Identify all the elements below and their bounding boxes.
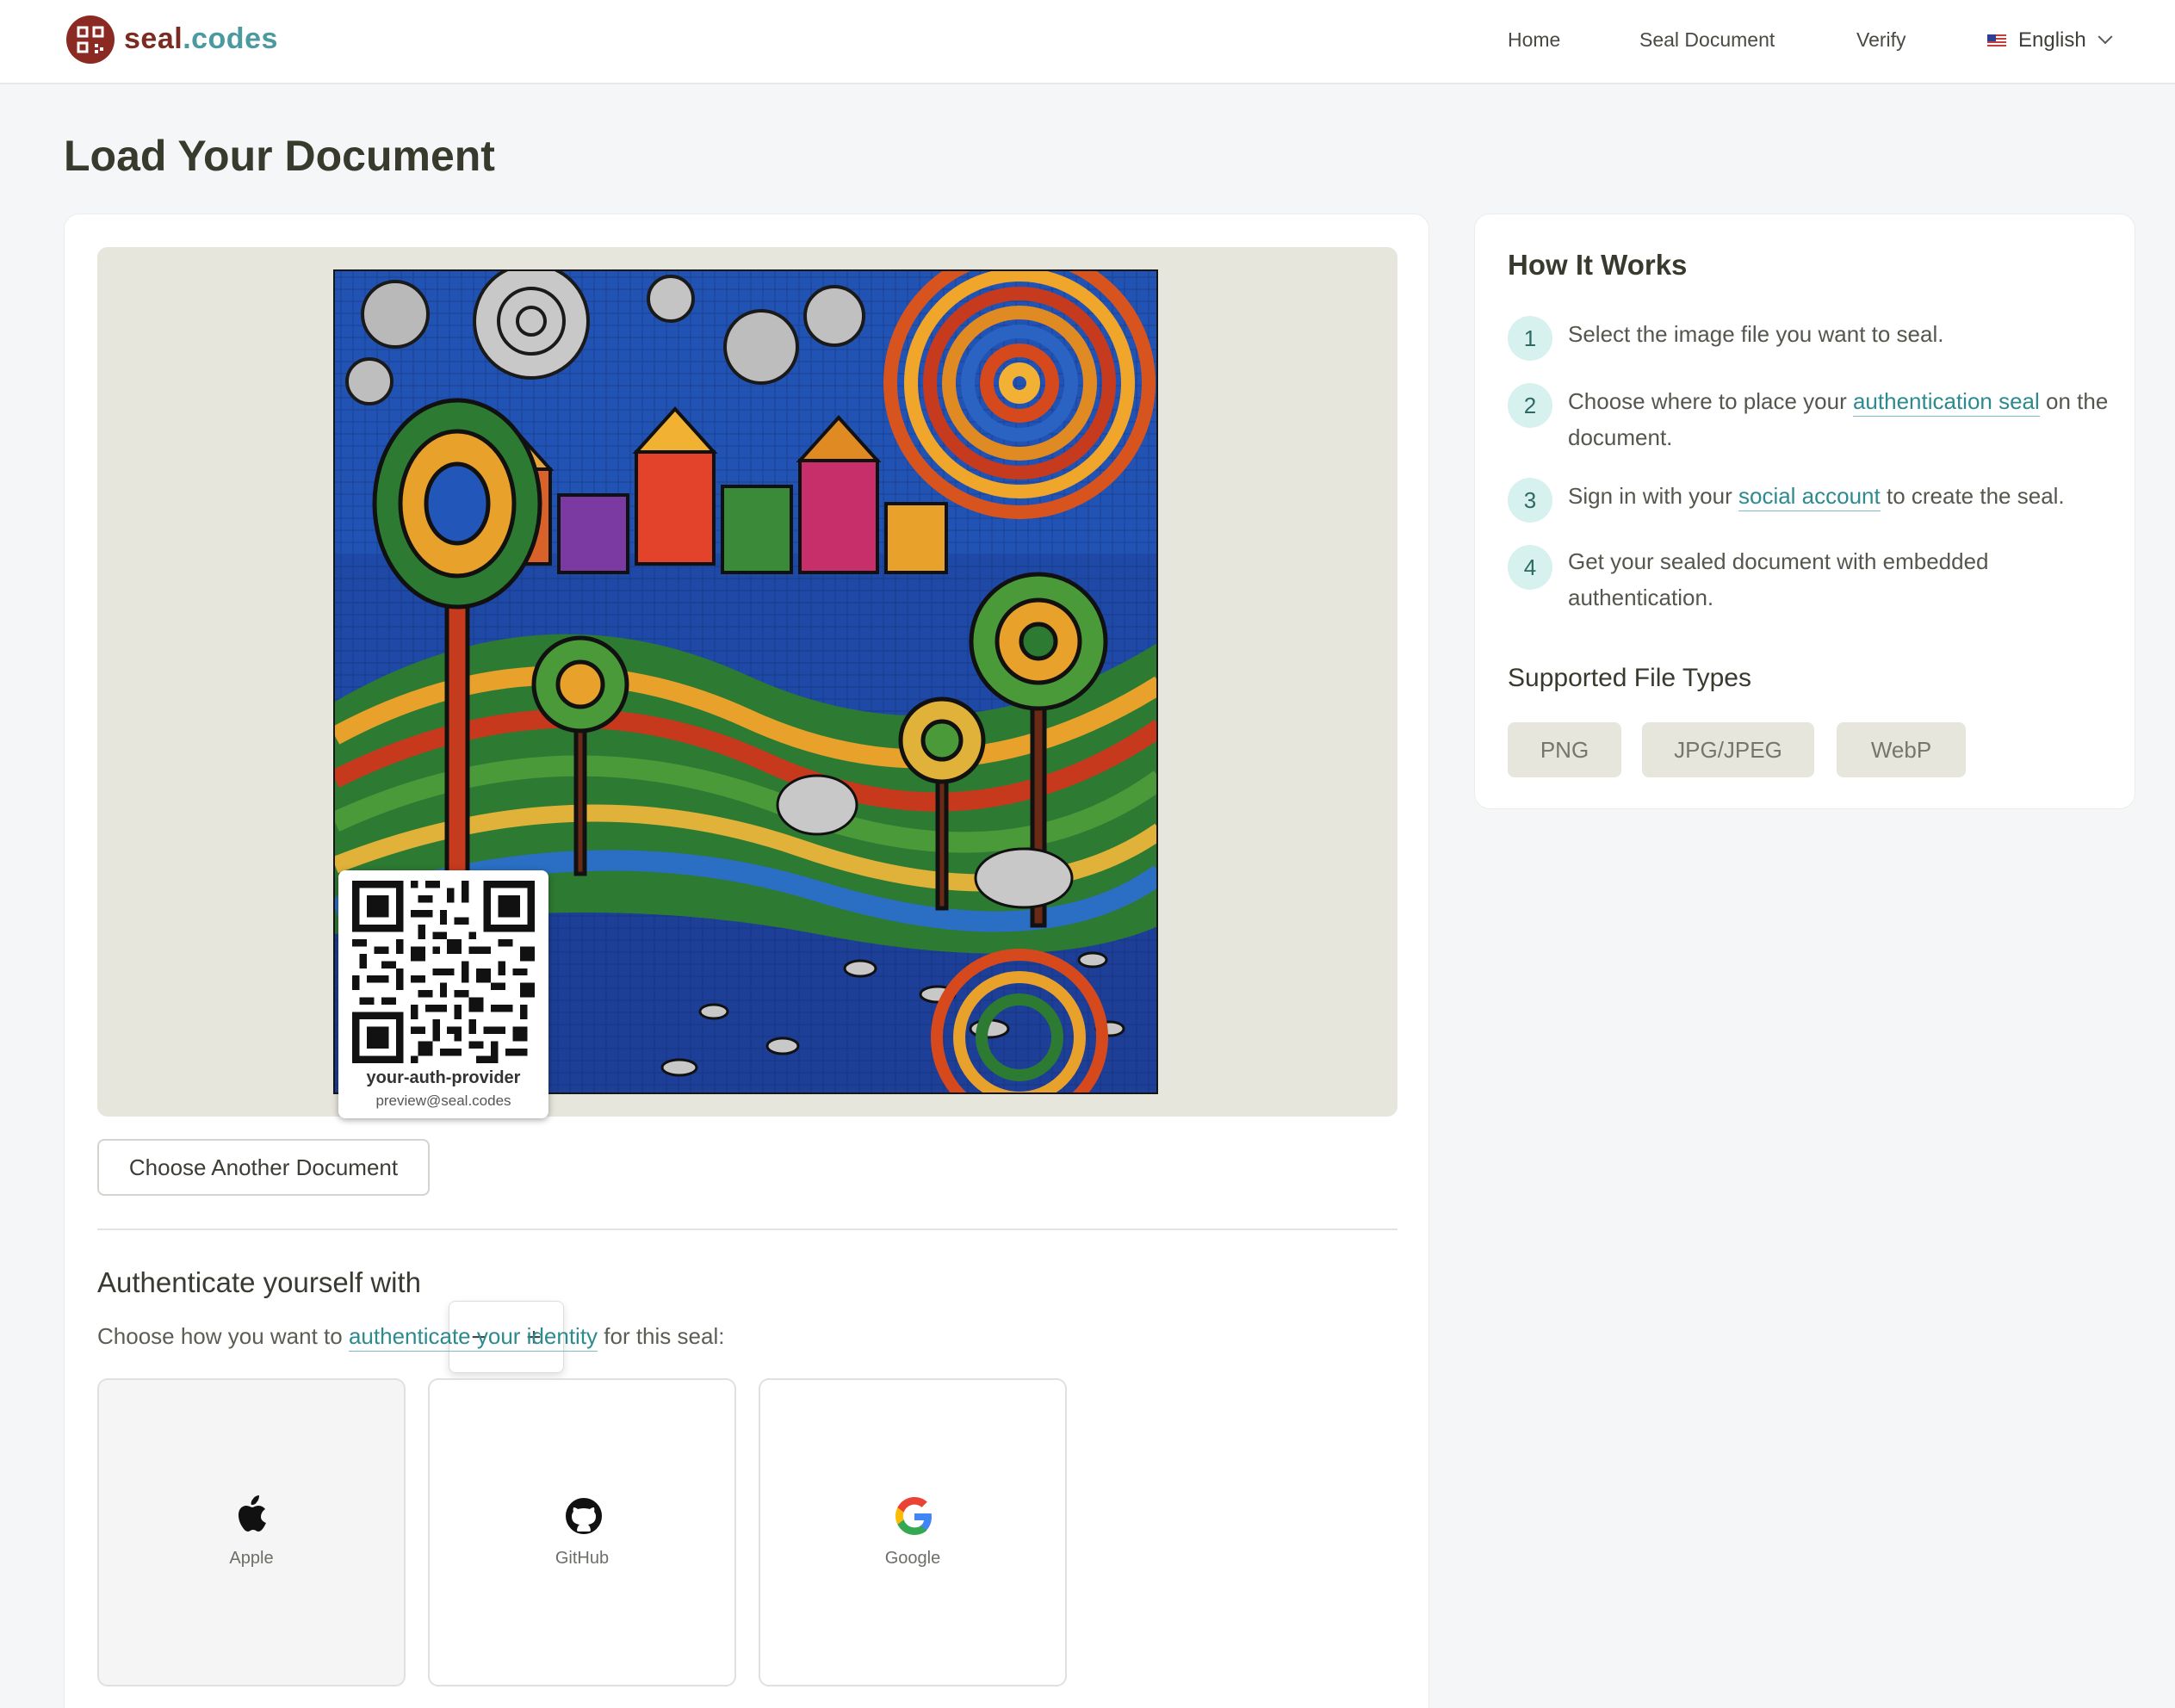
- nav-verify[interactable]: Verify: [1856, 28, 1906, 52]
- provider-google-button[interactable]: Google: [759, 1378, 1067, 1686]
- qr-code-icon: [352, 881, 535, 1063]
- seal-qr-preview[interactable]: your-auth-provider preview@seal.codes: [338, 870, 548, 1118]
- step-3-body-end: to create the seal.: [1880, 483, 2065, 509]
- step-1-text: Select the image file you want to seal.: [1568, 316, 2116, 352]
- step-4-text: Get your sealed document with embedded a…: [1568, 543, 2116, 616]
- step-4-body: Get your sealed document with embedded a…: [1568, 548, 1989, 610]
- provider-google-label: Google: [884, 1549, 941, 1568]
- how-it-works-card: How It Works 1 Select the image file you…: [1474, 214, 2135, 809]
- github-icon: [566, 1498, 602, 1534]
- brand-name[interactable]: seal.codes: [124, 22, 278, 56]
- provider-apple-button[interactable]: Apple: [97, 1378, 406, 1686]
- us-flag-icon: [1987, 34, 2006, 46]
- file-type-chip-png: PNG: [1508, 722, 1621, 777]
- provider-apple-label: Apple: [229, 1549, 274, 1568]
- step-number-badge: 2: [1508, 383, 1552, 428]
- auth-desc-text: Choose how you want to: [97, 1323, 349, 1349]
- authentication-seal-link[interactable]: authentication seal: [1852, 388, 2040, 417]
- nav-seal-document[interactable]: Seal Document: [1639, 28, 1775, 52]
- authenticate-identity-link[interactable]: authenticate your identity: [348, 1323, 598, 1352]
- step-1-body: Select the image file you want to seal.: [1568, 321, 1944, 347]
- document-preview-area: your-auth-provider preview@seal.codes: [97, 247, 1397, 1118]
- choose-another-document-button[interactable]: Choose Another Document: [97, 1139, 430, 1196]
- document-card: your-auth-provider preview@seal.codes − …: [64, 214, 1429, 1708]
- social-account-link[interactable]: social account: [1738, 483, 1881, 511]
- auth-desc-text-end: for this seal:: [598, 1323, 725, 1349]
- provider-github-button[interactable]: GitHub: [428, 1378, 736, 1686]
- top-navbar: seal.codes Home Seal Document Verify Eng…: [0, 0, 2175, 84]
- step-number-badge: 1: [1508, 316, 1552, 361]
- brand-suffix: .codes: [183, 22, 278, 55]
- file-type-chip-webp: WebP: [1837, 722, 1966, 777]
- file-type-chip-jpg: JPG/JPEG: [1642, 722, 1814, 777]
- step-number-badge: 3: [1508, 478, 1552, 523]
- language-label: English: [2018, 28, 2086, 52]
- auth-section-title: Authenticate yourself with: [97, 1266, 422, 1298]
- step-number-badge: 4: [1508, 545, 1552, 590]
- brand-main: seal: [124, 22, 183, 55]
- step-2-body: Choose where to place your: [1568, 388, 1853, 414]
- how-it-works-title: How It Works: [1508, 249, 1688, 281]
- qr-email-label: preview@seal.codes: [375, 1092, 511, 1109]
- seal-logo-icon[interactable]: [66, 15, 115, 64]
- apple-icon: [239, 1495, 266, 1532]
- chevron-down-icon: [2098, 29, 2113, 45]
- step-3-body: Sign in with your: [1568, 483, 1738, 509]
- language-selector[interactable]: English: [1987, 26, 2113, 55]
- step-3-text: Sign in with your social account to crea…: [1568, 478, 2116, 514]
- supported-file-types-title: Supported File Types: [1508, 664, 1751, 692]
- nav-home[interactable]: Home: [1508, 28, 1560, 52]
- page-title: Load Your Document: [64, 132, 495, 180]
- qr-provider-label: your-auth-provider: [366, 1068, 521, 1087]
- google-icon: [895, 1497, 932, 1535]
- step-2-text: Choose where to place your authenticatio…: [1568, 383, 2116, 455]
- auth-description: Choose how you want to authenticate your…: [97, 1323, 725, 1352]
- provider-github-label: GitHub: [555, 1549, 610, 1568]
- section-divider: [97, 1228, 1397, 1230]
